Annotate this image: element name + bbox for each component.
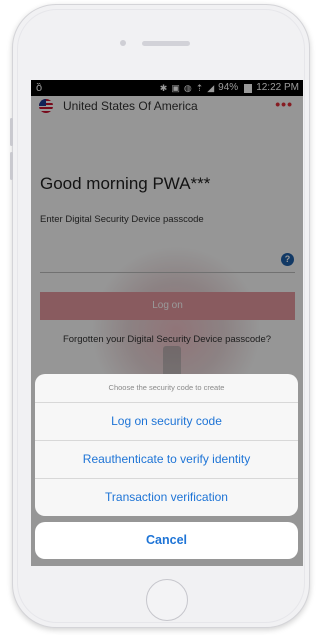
phone-screen: ȍ ✱ ▣ ◍ ⇡ ◢ 94% 12:22 PM United States O… [31, 80, 303, 566]
volume-down-button [10, 152, 13, 180]
cancel-button[interactable]: Cancel [35, 522, 298, 559]
home-button[interactable] [146, 579, 188, 621]
action-sheet-title: Choose the security code to create [35, 374, 298, 403]
option-reauthenticate[interactable]: Reauthenticate to verify identity [35, 441, 298, 479]
volume-up-button [10, 118, 13, 146]
action-sheet: Choose the security code to create Log o… [35, 374, 298, 516]
option-logon-security-code[interactable]: Log on security code [35, 403, 298, 441]
option-transaction-verification[interactable]: Transaction verification [35, 479, 298, 516]
earpiece-speaker [142, 41, 190, 46]
front-camera [120, 40, 126, 46]
